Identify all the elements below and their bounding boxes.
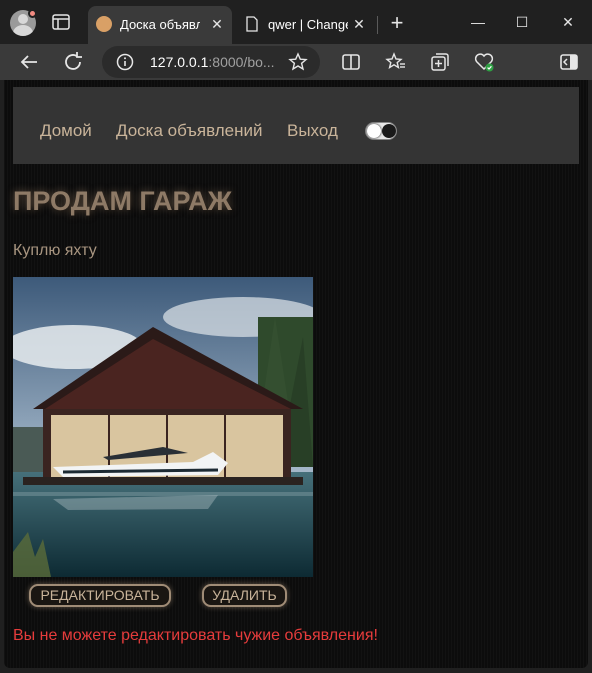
- page-viewport: Домой Доска объявлений Выход ПРОДАМ ГАРА…: [4, 80, 588, 668]
- minimize-icon[interactable]: —: [468, 12, 488, 32]
- permission-warning: Вы не можете редактировать чужие объявле…: [13, 627, 378, 644]
- site-info-icon[interactable]: [116, 53, 134, 71]
- tab-actions-icon[interactable]: [52, 14, 70, 30]
- sidebar-toggle-icon[interactable]: [557, 50, 581, 74]
- delete-button[interactable]: УДАЛИТЬ: [202, 584, 287, 607]
- theme-toggle[interactable]: [365, 122, 397, 140]
- maximize-icon[interactable]: ☐: [512, 12, 532, 32]
- address-bar[interactable]: 127.0.0.1:8000/bo...: [102, 46, 320, 78]
- close-tab-icon[interactable]: ✕: [210, 17, 224, 31]
- nav-home-link[interactable]: Домой: [40, 121, 92, 141]
- favorite-star-icon[interactable]: [288, 52, 308, 72]
- tab-title: qwer | Change: [268, 17, 348, 32]
- tab-strip: Доска объявле ✕ qwer | Change ✕ + — ☐ ✕: [0, 0, 592, 44]
- nav-logout-link[interactable]: Выход: [287, 121, 338, 141]
- url-text: 127.0.0.1:8000/bo...: [150, 54, 275, 70]
- back-icon[interactable]: [17, 50, 41, 74]
- browser-window: Доска объявле ✕ qwer | Change ✕ + — ☐ ✕: [0, 0, 592, 673]
- tab-separator: [377, 16, 378, 34]
- collections-icon[interactable]: [428, 50, 452, 74]
- split-screen-icon[interactable]: [339, 50, 363, 74]
- tab-board[interactable]: Доска объявле ✕: [88, 6, 232, 44]
- browser-toolbar: 127.0.0.1:8000/bo...: [0, 44, 592, 80]
- tab-admin-change[interactable]: qwer | Change ✕: [236, 6, 374, 44]
- toggle-knob: [367, 124, 381, 138]
- edit-button[interactable]: РЕДАКТИРОВАТЬ: [29, 584, 171, 607]
- browser-essentials-icon[interactable]: [472, 50, 496, 74]
- site-navbar: Домой Доска объявлений Выход: [13, 87, 579, 164]
- site-favicon-icon: [96, 16, 112, 32]
- close-window-icon[interactable]: ✕: [558, 12, 578, 32]
- refresh-icon[interactable]: [61, 50, 85, 74]
- new-tab-icon[interactable]: +: [388, 12, 406, 34]
- tab-title: Доска объявле: [120, 17, 200, 32]
- profile-notification-dot: [28, 9, 37, 18]
- close-tab-icon[interactable]: ✕: [352, 17, 366, 31]
- nav-board-link[interactable]: Доска объявлений: [116, 121, 263, 141]
- document-icon: [246, 16, 258, 32]
- url-host: 127.0.0.1: [150, 54, 209, 70]
- favorites-icon[interactable]: [384, 50, 408, 74]
- post-image: [13, 277, 313, 577]
- post-text: Куплю яхту: [13, 242, 97, 259]
- url-path: :8000/bo...: [208, 54, 275, 70]
- post-title: ПРОДАМ ГАРАЖ: [13, 186, 233, 216]
